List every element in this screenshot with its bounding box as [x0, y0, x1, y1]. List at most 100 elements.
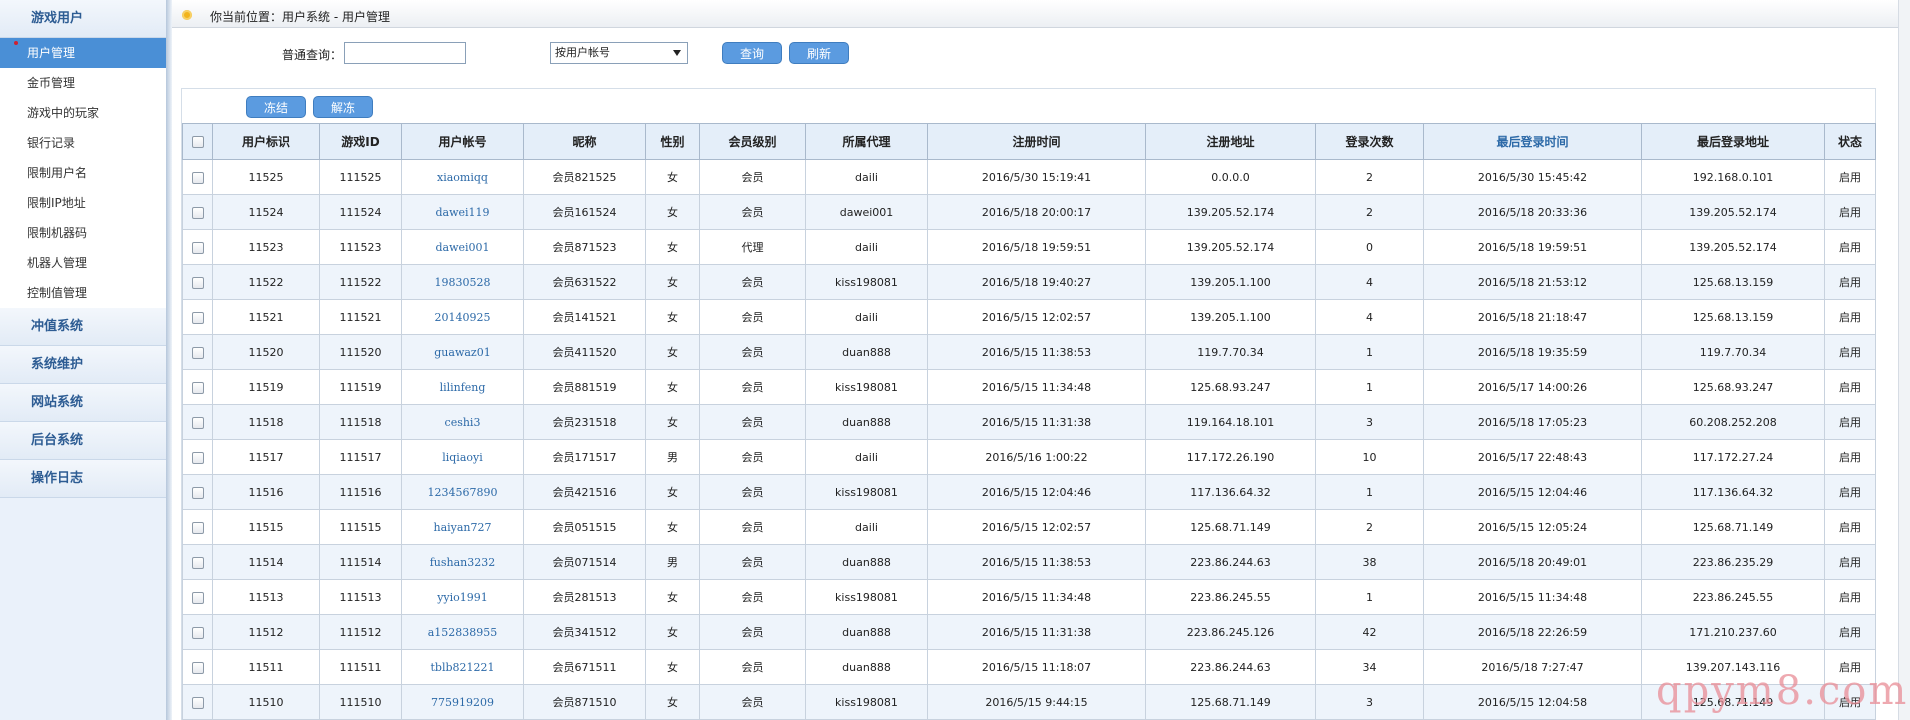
account-link[interactable]: yyio1991: [401, 579, 524, 615]
sidebar-item[interactable]: 机器人管理: [0, 248, 167, 278]
row-checkbox[interactable]: [191, 591, 204, 604]
query-type-select[interactable]: 按用户帐号: [550, 42, 688, 64]
sidebar-item[interactable]: 金币管理: [0, 68, 167, 98]
table-cell: 2016/5/15 11:31:38: [927, 614, 1146, 650]
account-link[interactable]: a152838955: [401, 614, 524, 650]
table-cell: 代理: [699, 229, 806, 265]
row-checkbox[interactable]: [191, 661, 204, 674]
account-link[interactable]: haiyan727: [401, 509, 524, 545]
row-checkbox[interactable]: [191, 171, 204, 184]
sidebar-item[interactable]: 控制值管理: [0, 278, 167, 308]
row-checkbox[interactable]: [191, 276, 204, 289]
row-checkbox[interactable]: [191, 521, 204, 534]
account-link[interactable]: ceshi3: [401, 404, 524, 440]
row-checkbox[interactable]: [191, 416, 204, 429]
table-row: 11520 111520 guawaz01 会员411520 女会员 duan888 201…: [182, 334, 1876, 370]
table-cell: 女: [645, 579, 700, 615]
sidebar-item-label: 金币管理: [27, 76, 76, 90]
table-cell: 2016/5/15 11:31:38: [927, 404, 1146, 440]
row-select-cell: [182, 474, 213, 510]
column-header[interactable]: 最后登录时间: [1423, 123, 1642, 160]
table-cell: 会员421516: [523, 474, 646, 510]
row-checkbox[interactable]: [191, 241, 204, 254]
table-cell: 2016/5/15 11:38:53: [927, 544, 1146, 580]
account-link[interactable]: tblb821221: [401, 649, 524, 685]
location-icon: [182, 10, 192, 20]
query-input[interactable]: [344, 42, 466, 64]
table-cell: kiss198081: [805, 474, 928, 510]
table-cell: 启用: [1824, 579, 1876, 615]
table-cell: 会员: [699, 649, 806, 685]
row-checkbox[interactable]: [191, 486, 204, 499]
table-cell: 会员: [699, 369, 806, 405]
sidebar-section-header[interactable]: 网站系统: [0, 384, 167, 422]
refresh-button[interactable]: 刷新: [789, 42, 849, 64]
table-cell: 11514: [212, 544, 320, 580]
table-cell: 117.172.26.190: [1145, 439, 1316, 475]
account-link[interactable]: 1234567890: [401, 474, 524, 510]
row-checkbox[interactable]: [191, 626, 204, 639]
sidebar-item-label: 控制值管理: [27, 286, 88, 300]
sidebar-section-header[interactable]: 游戏用户: [0, 0, 167, 38]
sidebar-section-header[interactable]: 操作日志: [0, 460, 167, 498]
table-cell: 34: [1315, 649, 1424, 685]
row-select-cell: [182, 579, 213, 615]
table-cell: 42: [1315, 614, 1424, 650]
table-cell: 139.205.52.174: [1641, 229, 1825, 265]
table-cell: 223.86.245.126: [1145, 614, 1316, 650]
sidebar-item[interactable]: 限制IP地址: [0, 188, 167, 218]
table-cell: 女: [645, 159, 700, 195]
sidebar-item[interactable]: 用户管理: [0, 38, 167, 68]
active-dot-icon: [14, 41, 18, 45]
table-cell: 2016/5/15 12:04:46: [1423, 474, 1642, 510]
row-checkbox[interactable]: [191, 346, 204, 359]
sidebar-item[interactable]: 游戏中的玩家: [0, 98, 167, 128]
table-cell: 1: [1315, 334, 1424, 370]
table-cell: 会员871510: [523, 684, 646, 720]
sidebar-item[interactable]: 限制用户名: [0, 158, 167, 188]
row-checkbox[interactable]: [191, 696, 204, 709]
account-link[interactable]: fushan3232: [401, 544, 524, 580]
account-link[interactable]: 775919209: [401, 684, 524, 720]
account-link[interactable]: 20140925: [401, 299, 524, 335]
select-all-checkbox[interactable]: [191, 136, 204, 148]
header-row: 用户标识 游戏ID 用户帐号 昵称 性别 会员级别 所属代理 注册时间 注册地址 登录次数 最后登录…: [182, 123, 1876, 160]
freeze-button[interactable]: 冻结: [246, 96, 306, 118]
account-link[interactable]: xiaomiqq: [401, 159, 524, 195]
sidebar-item-label: 游戏中的玩家: [27, 106, 100, 120]
account-link[interactable]: liqiaoyi: [401, 439, 524, 475]
account-link[interactable]: guawaz01: [401, 334, 524, 370]
row-checkbox[interactable]: [191, 556, 204, 569]
sidebar-section-header[interactable]: 冲值系统: [0, 308, 167, 346]
table-cell: 2016/5/15 11:18:07: [927, 649, 1146, 685]
table-cell: 11518: [212, 404, 320, 440]
row-checkbox[interactable]: [191, 206, 204, 219]
table-cell: 139.205.52.174: [1145, 194, 1316, 230]
row-select-cell: [182, 299, 213, 335]
row-checkbox[interactable]: [191, 311, 204, 324]
unfreeze-button[interactable]: 解冻: [313, 96, 373, 118]
table-cell: 启用: [1824, 509, 1876, 545]
table-cell: 38: [1315, 544, 1424, 580]
account-link[interactable]: 19830528: [401, 264, 524, 300]
table-row: 11510 111510 775919209 会员871510 女会员 kiss19808…: [182, 684, 1876, 720]
account-link[interactable]: lilinfeng: [401, 369, 524, 405]
query-bar: 普通查询： 按用户帐号 查询 刷新: [172, 28, 1910, 76]
account-link[interactable]: dawei001: [401, 229, 524, 265]
table-cell: duan888: [805, 649, 928, 685]
scrollbar[interactable]: [1898, 0, 1910, 720]
account-link[interactable]: dawei119: [401, 194, 524, 230]
sidebar-item[interactable]: 银行记录: [0, 128, 167, 158]
table-cell: 223.86.245.55: [1145, 579, 1316, 615]
table-cell: 11524: [212, 194, 320, 230]
search-button[interactable]: 查询: [722, 42, 782, 64]
sidebar-section-header[interactable]: 后台系统: [0, 422, 167, 460]
row-checkbox[interactable]: [191, 451, 204, 464]
table-cell: 会员671511: [523, 649, 646, 685]
row-checkbox[interactable]: [191, 381, 204, 394]
table-cell: 2: [1315, 509, 1424, 545]
table-cell: 2016/5/15 12:04:58: [1423, 684, 1642, 720]
sidebar-item[interactable]: 限制机器码: [0, 218, 167, 248]
table-cell: 3: [1315, 684, 1424, 720]
sidebar-section-header[interactable]: 系统维护: [0, 346, 167, 384]
